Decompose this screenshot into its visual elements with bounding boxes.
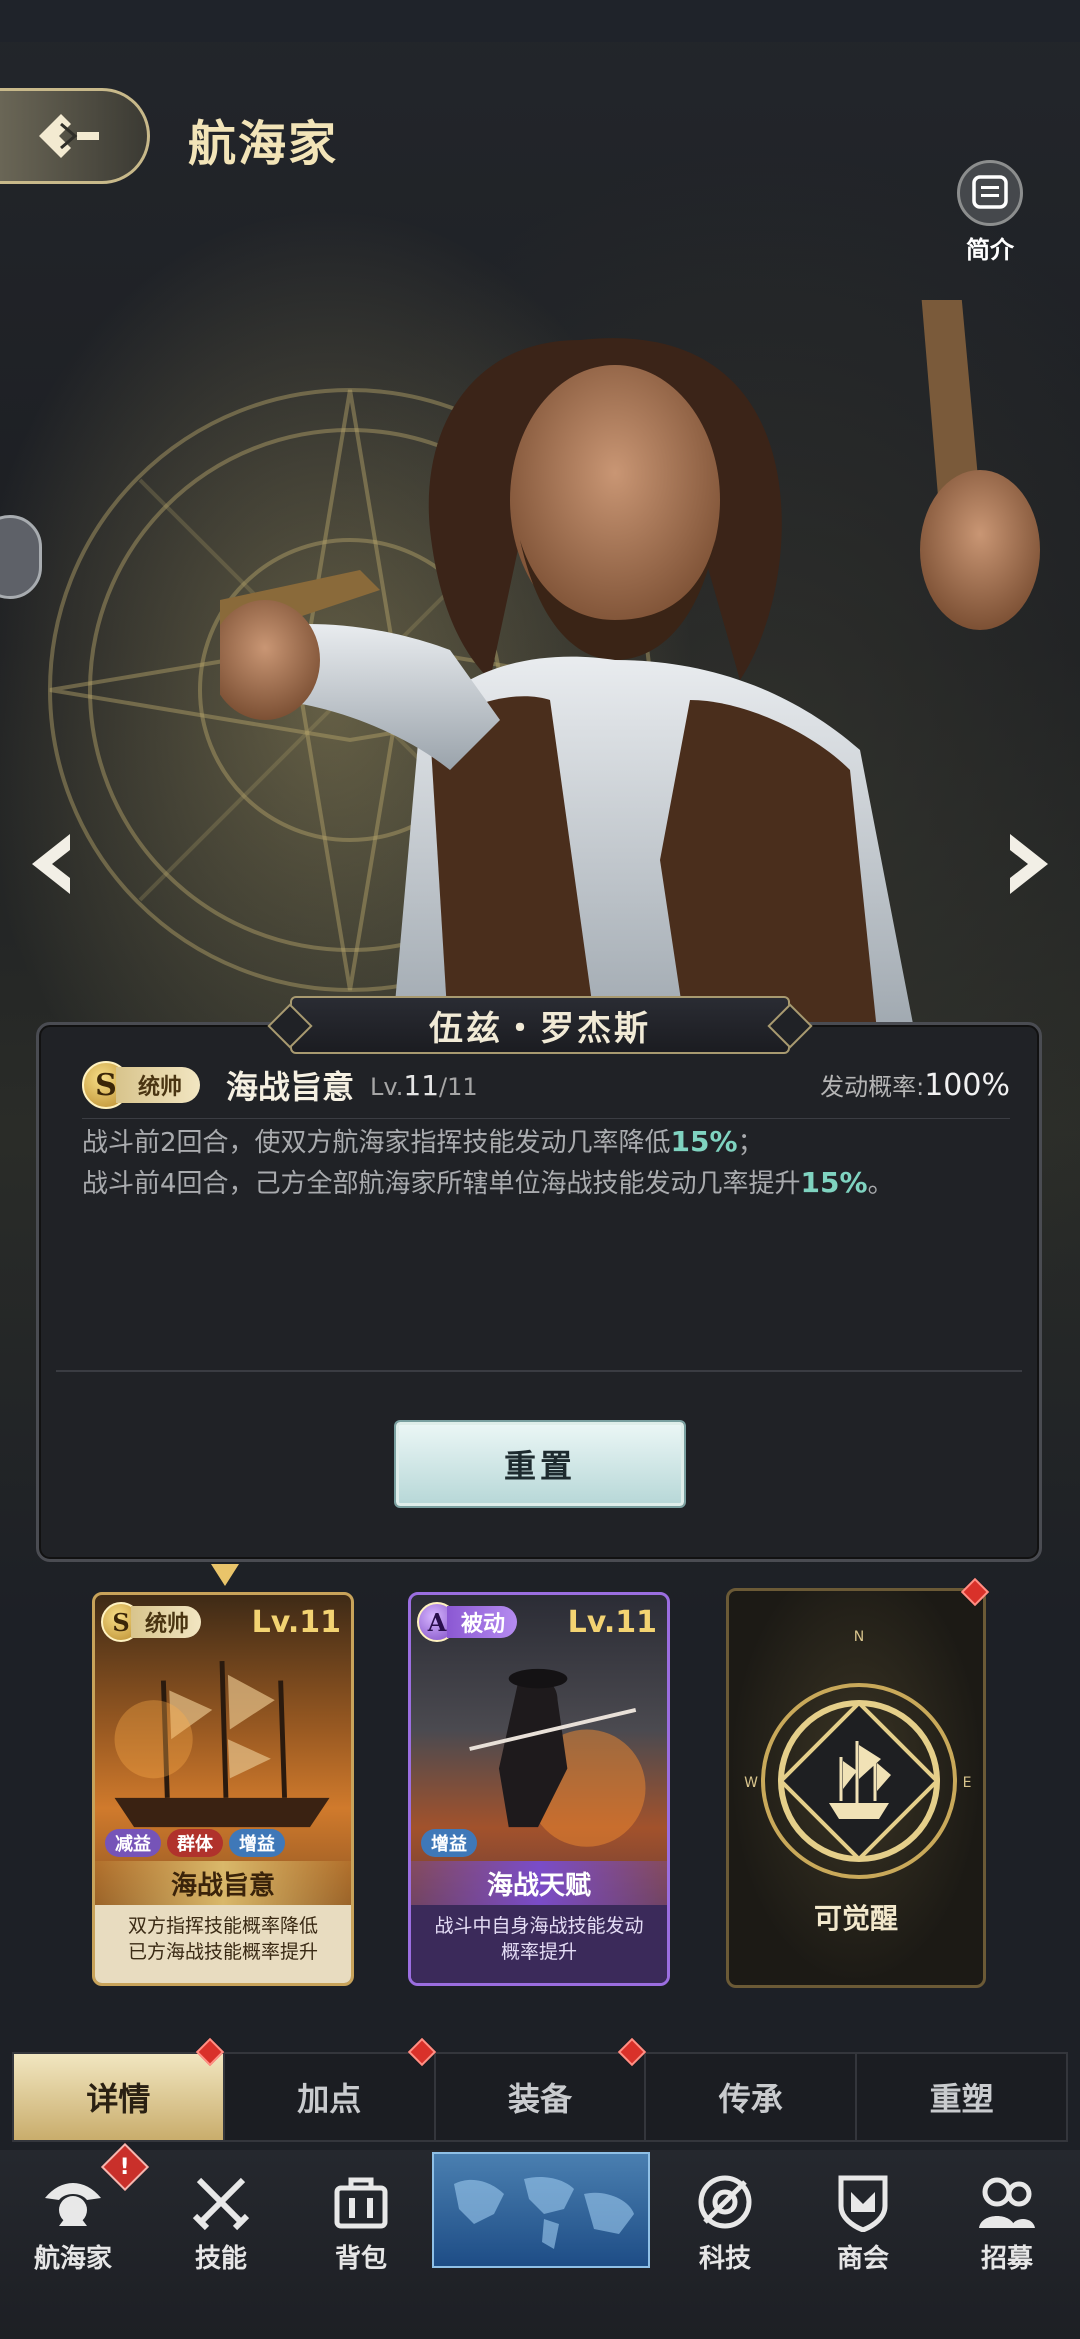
next-hero-arrow-icon[interactable] [1000, 830, 1054, 898]
card-name: 海战天赋 [411, 1861, 667, 1905]
tag-buff: 增益 [421, 1829, 477, 1857]
tab-details[interactable]: 详情 [14, 2054, 225, 2140]
card-type: 被动 [447, 1606, 518, 1638]
character-portrait [220, 300, 1040, 1050]
hero-name: 伍兹・罗杰斯 [429, 1008, 651, 1049]
card-type: 统帅 [131, 1606, 202, 1638]
skill-desc-line-1: 战斗前2回合，使双方航海家指挥技能发动几率降低15%； [82, 1125, 764, 1158]
nav-technology[interactable]: 科技 [660, 2170, 790, 2275]
selected-card-pointer [211, 1564, 239, 1586]
tab-equipment[interactable]: 装备 [436, 2054, 647, 2140]
nav-label: 商会 [836, 2244, 889, 2274]
reset-button[interactable]: 重置 [396, 1422, 684, 1506]
hero-name-plate: 伍兹・罗杰斯 [290, 996, 790, 1054]
skill-divider [82, 1118, 1010, 1119]
nav-recruit[interactable]: 招募 [942, 2170, 1072, 2275]
card-head: A 被动 Lv.11 [411, 1595, 667, 1649]
card-description: 战斗中自身海战技能发动 概率提升 [411, 1905, 667, 1983]
card-level: Lv.11 [251, 1604, 341, 1640]
hero-tabs: 详情 加点 装备 传承 重塑 [12, 2052, 1068, 2142]
document-icon [972, 175, 1008, 209]
tab-attributes[interactable]: 加点 [225, 2054, 436, 2140]
nav-label: 招募 [980, 2244, 1033, 2274]
svg-text:N: N [854, 1629, 864, 1645]
skill-header: S 统帅 海战旨意 Lv.11/11 发动概率:100% [82, 1058, 1010, 1112]
intro-label: 简介 [966, 236, 1014, 264]
card-description: 双方指挥技能概率降低 已方海战技能概率提升 [95, 1905, 351, 1983]
intro-circle [957, 160, 1023, 226]
panel-separator [56, 1370, 1022, 1372]
nav-label: 航海家 [33, 2244, 112, 2274]
card-head: S 统帅 Lv.11 [95, 1595, 351, 1649]
pirate-warrior-art [469, 1668, 646, 1847]
awaken-skill-card[interactable]: N E W 可觉醒 [726, 1588, 986, 1988]
backpack-icon [325, 2170, 397, 2234]
nav-navigator[interactable]: 航海家 [8, 2170, 138, 2275]
naval-battle-art [114, 1660, 330, 1828]
tab-reshape[interactable]: 重塑 [857, 2054, 1066, 2140]
nav-label: 技能 [194, 2244, 247, 2274]
world-map-art [454, 2177, 634, 2249]
skill-name: 海战旨意 [226, 1068, 355, 1106]
guild-icon [827, 2170, 899, 2234]
tag-buff: 增益 [229, 1829, 285, 1857]
world-map-icon[interactable] [432, 2152, 650, 2268]
tag-debuff: 减益 [105, 1829, 161, 1857]
nav-label: 背包 [334, 2244, 387, 2274]
tech-icon [689, 2170, 761, 2234]
tag-group: 群体 [167, 1829, 223, 1857]
page-title: 航海家 [188, 116, 339, 172]
card-tags: 减益 群体 增益 [105, 1829, 285, 1857]
skill-card-naval-talent[interactable]: A 被动 Lv.11 增益 海战天赋 战斗中自身海战技能发动 概率提升 [408, 1592, 670, 1986]
skill-desc-line-2: 战斗前4回合，己方全部航海家所辖单位海战技能发动几率提升15%。 [82, 1166, 894, 1199]
nav-backpack[interactable]: 背包 [296, 2170, 426, 2275]
nav-guild[interactable]: 商会 [798, 2170, 928, 2275]
card-name: 海战旨意 [95, 1861, 351, 1905]
awaken-label: 可觉醒 [813, 1902, 898, 1935]
trigger-rate: 发动概率:100% [820, 1068, 1010, 1103]
skill-description: 战斗前2回合，使双方航海家指挥技能发动几率降低15%； 战斗前4回合，己方全部航… [82, 1122, 1012, 1204]
back-button[interactable] [0, 88, 150, 184]
crossed-swords-icon [185, 2170, 257, 2234]
nav-skills[interactable]: 技能 [156, 2170, 286, 2275]
navigator-icon [37, 2170, 109, 2234]
back-arrow-icon [38, 114, 99, 158]
prev-hero-arrow-icon[interactable] [26, 830, 80, 898]
card-tags: 增益 [421, 1829, 477, 1857]
skill-type-pill: 统帅 [116, 1067, 201, 1103]
svg-text:E: E [963, 1775, 972, 1791]
skill-level: Lv.11/11 [370, 1068, 478, 1102]
intro-button[interactable]: 简介 [950, 160, 1030, 265]
ship-compass-icon: N E W [744, 1629, 972, 1879]
tab-inheritance[interactable]: 传承 [646, 2054, 858, 2140]
svg-text:W: W [744, 1775, 758, 1791]
recruit-icon [971, 2170, 1043, 2234]
nav-label: 科技 [698, 2244, 751, 2274]
skill-card-naval-command[interactable]: S 统帅 Lv.11 减益 群体 增益 海战旨意 双方指挥技能概率降低 已方海战… [92, 1592, 354, 1986]
card-level: Lv.11 [567, 1604, 657, 1640]
status-bar [0, 0, 1080, 42]
